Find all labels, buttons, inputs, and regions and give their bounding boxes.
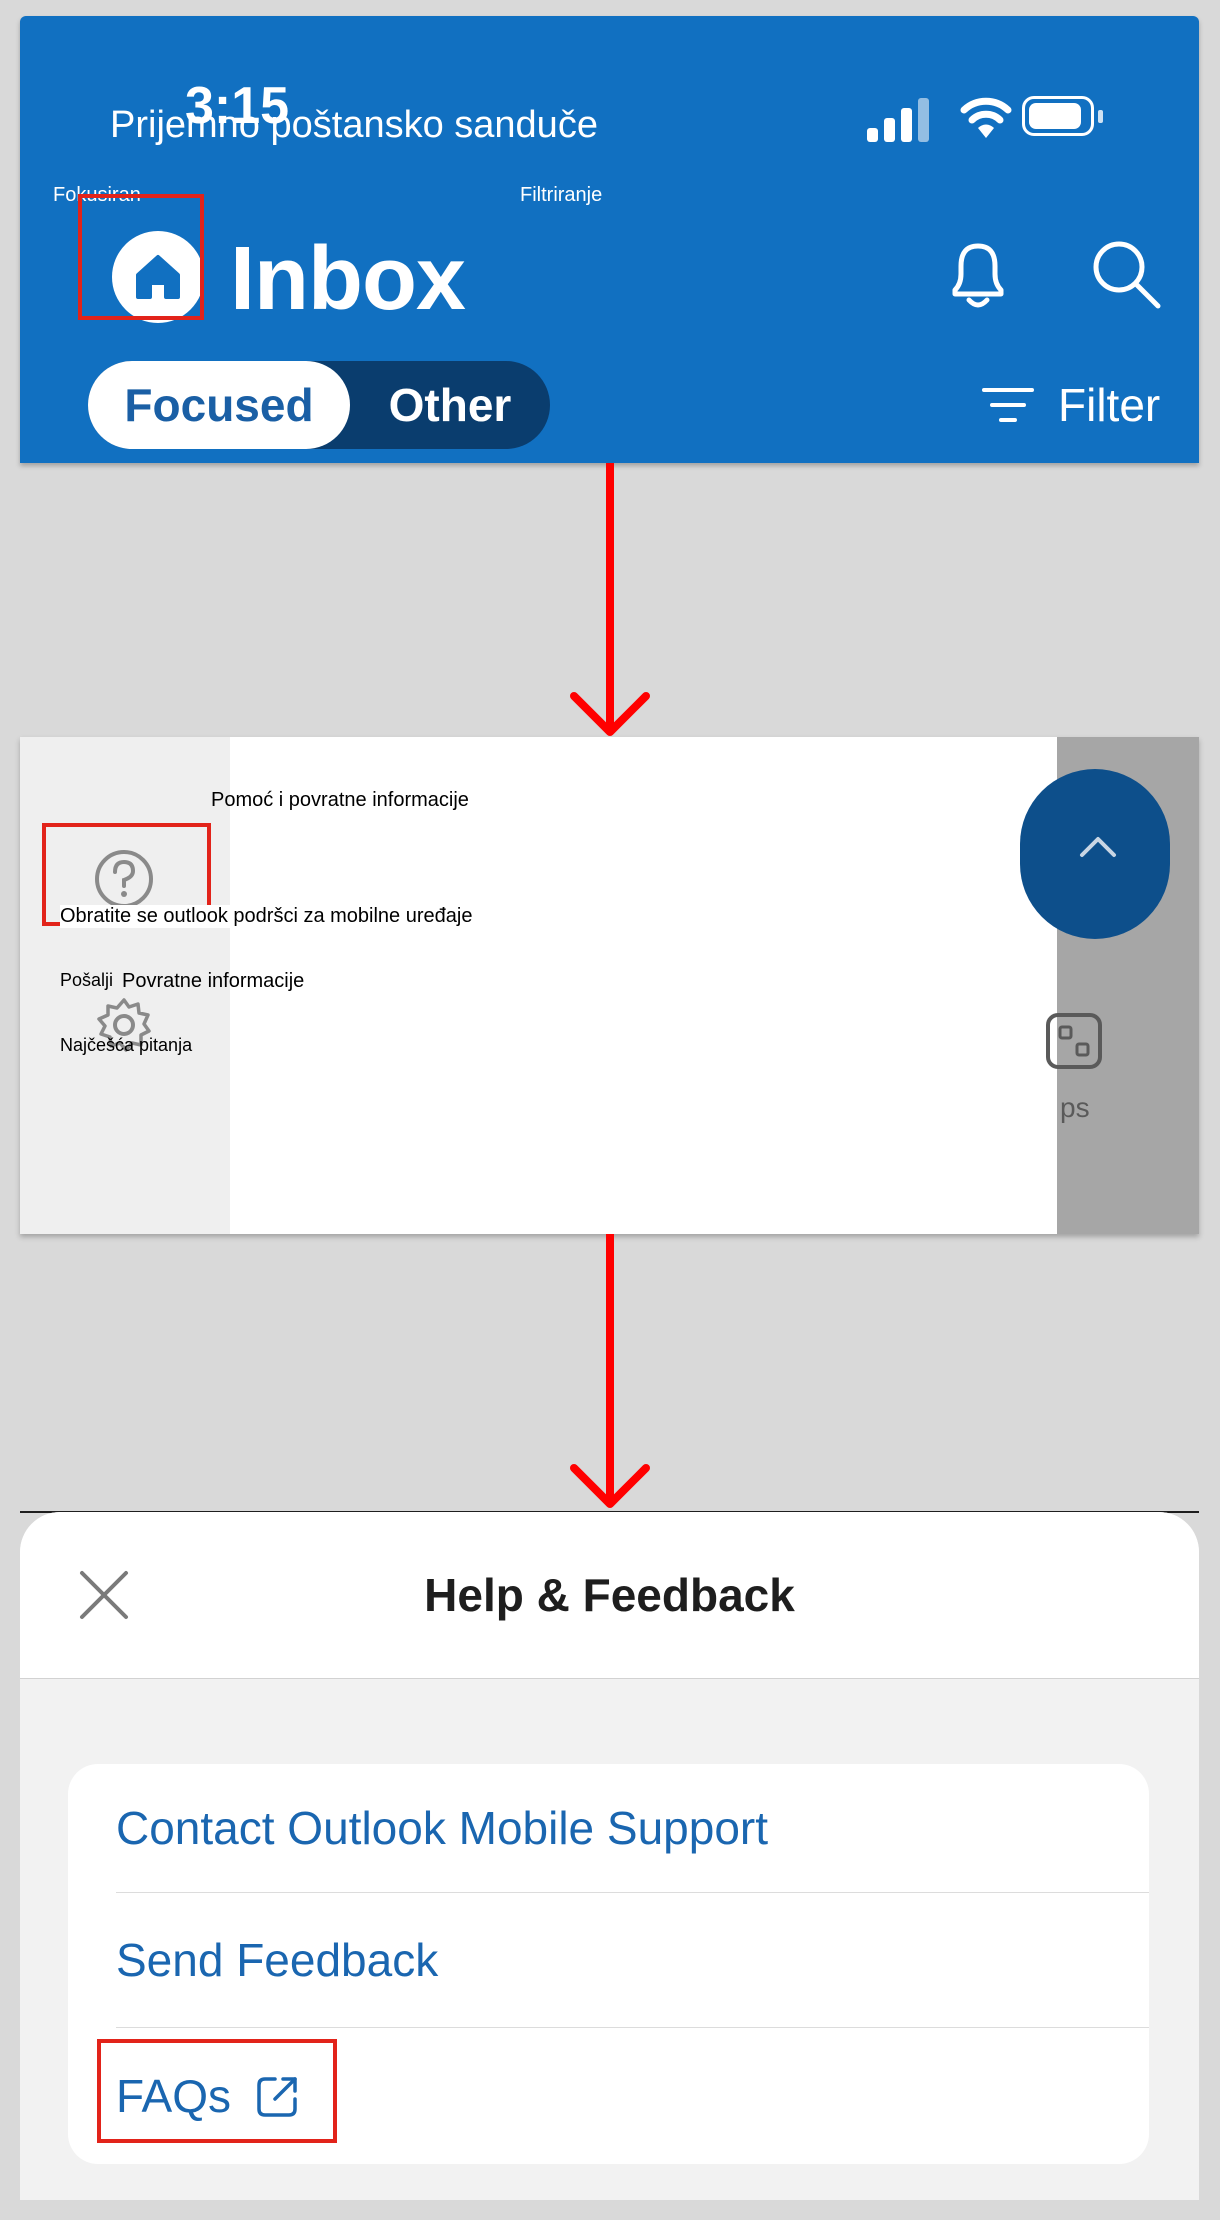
send-feedback-label: Send Feedback (116, 1934, 439, 1986)
apps-grid-icon (1046, 1013, 1102, 1069)
faqs-highlight-box (97, 2039, 337, 2143)
dimmed-label-fragment: ps (1060, 1092, 1090, 1123)
wifi-icon (960, 97, 1012, 138)
faq-label[interactable]: Najčešća pitanja (60, 1035, 192, 1056)
signal-icon (867, 96, 947, 142)
chevron-up-icon (1080, 837, 1116, 857)
filter-overlay-label: Filtriranje (520, 184, 603, 206)
mailbox-overlay-label: Prijemno poštansko sanduče (110, 104, 598, 146)
contact-support-label[interactable]: Obratite se outlook podršci za mobilne u… (60, 905, 473, 928)
inbox-header-screenshot: 3:15 Prijemno poštansko sanduče Fokusira… (20, 16, 1199, 463)
send-feedback-row[interactable]: Send Feedback (68, 1893, 1149, 2027)
contact-support-label: Contact Outlook Mobile Support (116, 1802, 769, 1854)
page-title: Inbox (230, 229, 466, 329)
sheet-title: Help & Feedback (424, 1569, 795, 1621)
filter-button-label[interactable]: Filter (1058, 378, 1160, 432)
help-menu-heading: Pomoć i povratne informacije (211, 789, 469, 811)
help-feedback-sheet: Help & Feedback Contact Outlook Mobile S… (20, 1512, 1199, 2200)
side-menu-screenshot: ps Pomoć i povratne informacije Obratite… (20, 737, 1199, 1234)
battery-icon (1022, 96, 1094, 136)
filter-icon[interactable] (982, 384, 1034, 426)
compose-fab (1020, 769, 1170, 939)
contact-support-row[interactable]: Contact Outlook Mobile Support (68, 1764, 1149, 1892)
tab-other[interactable]: Other (350, 361, 550, 449)
battery-cap (1098, 110, 1103, 123)
arrow-head-icon (570, 1464, 650, 1508)
arrow-down-1 (606, 463, 614, 728)
tab-focused[interactable]: Focused (88, 361, 350, 449)
send-prefix-label: Pošalji (60, 970, 114, 990)
arrow-head-icon (570, 692, 650, 736)
home-highlight-box (78, 194, 204, 320)
bell-icon[interactable] (945, 238, 1011, 314)
search-icon[interactable] (1088, 236, 1164, 312)
send-feedback-label[interactable]: Povratne informacije (122, 970, 304, 993)
